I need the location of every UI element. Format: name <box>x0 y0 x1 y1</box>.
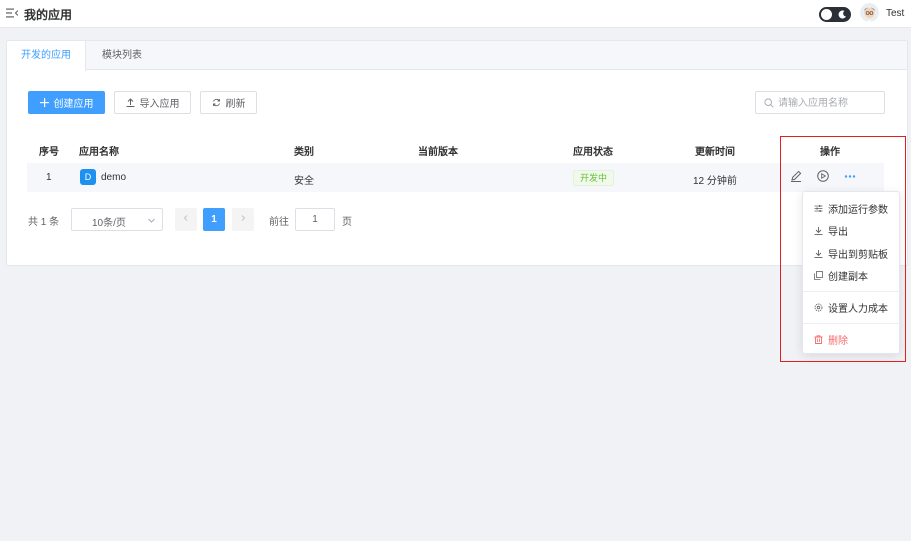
delete-label: 删除 <box>828 335 848 347</box>
import-app-button[interactable]: 导入应用 <box>114 91 191 114</box>
add-run-params-item[interactable]: 添加运行参数 <box>803 198 899 218</box>
tab-module-list[interactable]: 模块列表 <box>88 41 156 70</box>
delete-item[interactable]: 删除 <box>803 329 899 349</box>
more-actions-dropdown: 添加运行参数 导出 导出到剪贴板 创建副本 设置人力成本 删除 <box>802 191 900 354</box>
chevron-down-icon <box>148 218 155 223</box>
column-header-category: 类别 <box>294 147 314 158</box>
menu-divider <box>803 323 899 324</box>
sliders-icon <box>814 204 823 212</box>
column-header-app-name: 应用名称 <box>79 147 119 158</box>
run-icon[interactable] <box>816 169 830 183</box>
column-header-updated: 更新时间 <box>695 147 735 158</box>
row-app-name[interactable]: demo <box>101 172 126 183</box>
goto-page-input[interactable]: 1 <box>295 208 335 231</box>
add-run-params-label: 添加运行参数 <box>828 204 888 216</box>
refresh-label: 刷新 <box>225 99 246 110</box>
trash-icon <box>814 334 823 344</box>
refresh-button[interactable]: 刷新 <box>200 91 257 114</box>
row-updated-time: 12 分钟前 <box>693 176 737 187</box>
column-header-actions: 操作 <box>820 147 840 158</box>
prev-page-button[interactable] <box>175 208 197 231</box>
chevron-right-icon <box>241 215 246 221</box>
create-copy-label: 创建副本 <box>828 271 868 283</box>
export-label: 导出 <box>828 226 848 238</box>
search-input[interactable] <box>778 95 878 111</box>
app-avatar-icon: D <box>80 169 96 185</box>
table-row[interactable] <box>27 163 884 192</box>
set-labor-cost-label: 设置人力成本 <box>828 303 888 315</box>
page-number-button[interactable]: 1 <box>203 208 225 231</box>
create-app-label: 创建应用 <box>53 99 94 110</box>
dark-mode-toggle[interactable] <box>819 7 851 22</box>
tab-bar: 开发的应用 模块列表 <box>7 41 907 71</box>
refresh-icon <box>212 98 220 107</box>
goto-label: 前往 <box>269 217 289 228</box>
search-box[interactable] <box>755 91 885 114</box>
column-header-status: 应用状态 <box>573 147 613 158</box>
set-labor-cost-item[interactable]: 设置人力成本 <box>803 297 899 317</box>
apps-card: 开发的应用 模块列表 创建应用 导入应用 刷新 序号 应用名称 类别 当前版本 <box>6 40 908 266</box>
menu-fold-icon[interactable] <box>6 7 18 19</box>
username[interactable]: Test <box>886 8 904 19</box>
export-clipboard-item[interactable]: 导出到剪贴板 <box>803 243 899 263</box>
status-badge: 开发中 <box>573 170 615 186</box>
toggle-knob <box>821 9 832 20</box>
import-app-label: 导入应用 <box>139 99 180 110</box>
more-icon[interactable] <box>843 169 857 183</box>
download-icon <box>814 249 823 258</box>
chevron-left-icon <box>183 215 188 221</box>
top-header: 我的应用 Test <box>0 0 911 28</box>
user-avatar[interactable] <box>860 3 879 22</box>
edit-icon[interactable] <box>789 169 803 183</box>
pagination-total: 共 1 条 <box>28 217 60 228</box>
page-unit-label: 页 <box>342 217 352 228</box>
row-category: 安全 <box>294 176 314 187</box>
page-title: 我的应用 <box>24 8 73 22</box>
page-size-value: 10条/页 <box>92 218 126 229</box>
column-header-index: 序号 <box>39 147 59 158</box>
copy-icon <box>814 270 823 280</box>
search-icon <box>764 98 774 108</box>
download-icon <box>814 226 823 235</box>
create-app-button[interactable]: 创建应用 <box>28 91 105 114</box>
menu-divider <box>803 291 899 292</box>
moon-icon <box>838 10 846 19</box>
tab-developed-apps[interactable]: 开发的应用 <box>7 41 86 71</box>
next-page-button[interactable] <box>232 208 254 231</box>
plus-icon <box>39 98 49 107</box>
gear-icon <box>814 303 823 311</box>
page-size-select[interactable]: 10条/页 <box>71 208 163 231</box>
export-clipboard-label: 导出到剪贴板 <box>828 249 888 261</box>
create-copy-item[interactable]: 创建副本 <box>803 265 899 285</box>
row-index: 1 <box>46 172 52 183</box>
column-header-version: 当前版本 <box>418 147 458 158</box>
export-item[interactable]: 导出 <box>803 220 899 240</box>
upload-icon <box>126 98 134 107</box>
